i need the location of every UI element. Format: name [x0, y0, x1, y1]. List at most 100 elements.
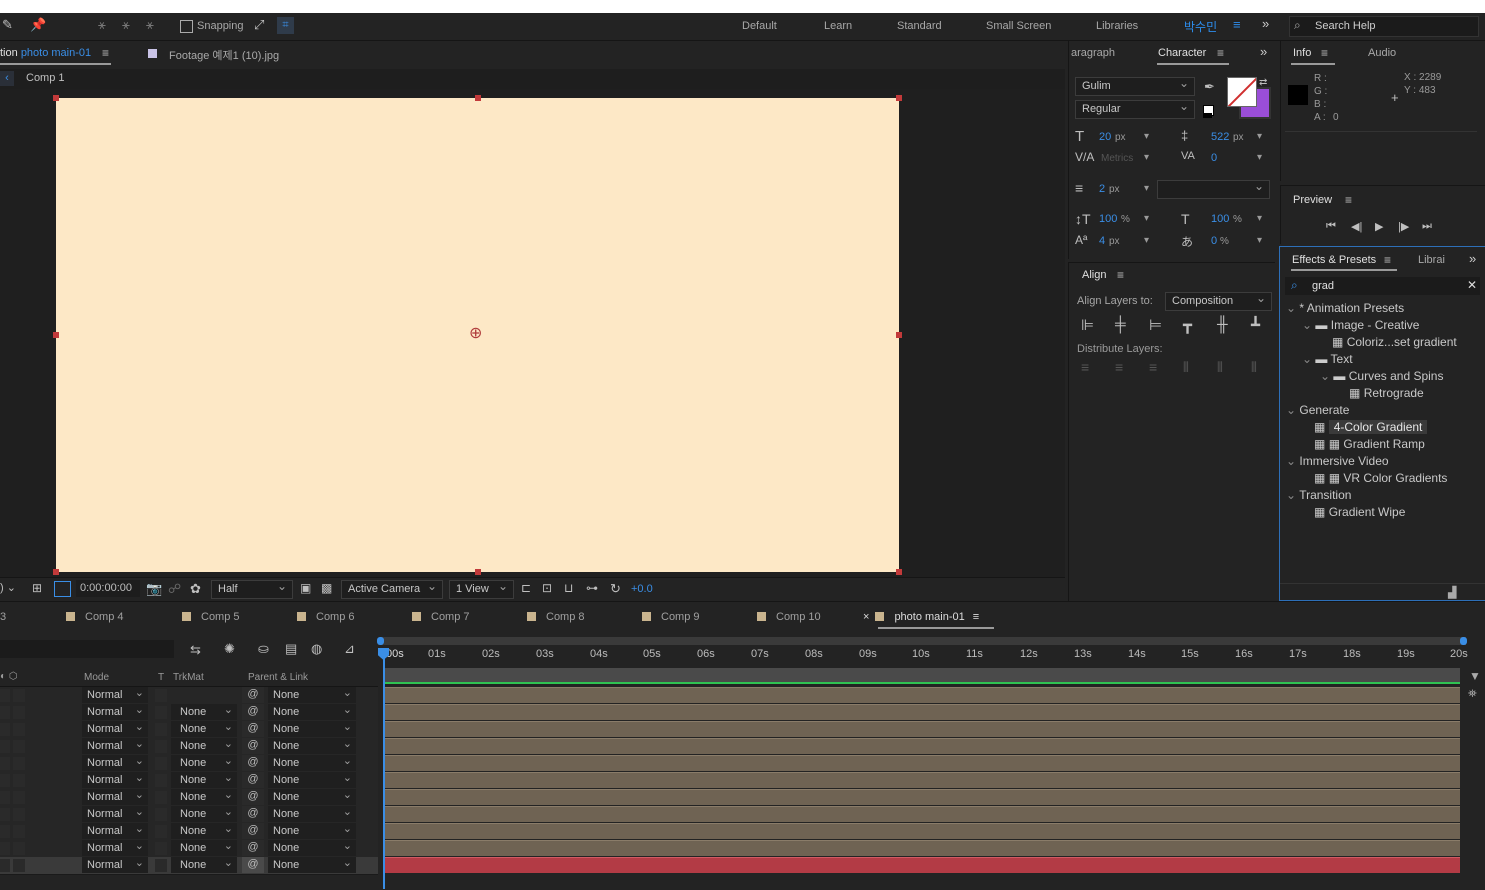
layer-switch-icon[interactable]: [13, 706, 25, 719]
layer-switch-icon[interactable]: [13, 774, 25, 787]
horizontal-scale-value[interactable]: 100: [1211, 213, 1229, 225]
effects-search-box[interactable]: ⌕ grad ✕: [1285, 277, 1480, 295]
work-area-bar[interactable]: [380, 637, 1466, 645]
safe-zones-icon[interactable]: ⊞: [32, 581, 42, 595]
tree-item-retrograde[interactable]: ▦ Retrograde: [1349, 385, 1424, 402]
tab-character[interactable]: Character: [1158, 47, 1206, 59]
pick-whip-icon[interactable]: @: [242, 789, 264, 805]
distribute-top-icon[interactable]: ≡: [1081, 359, 1089, 375]
workspace-menu-icon[interactable]: ≡: [1233, 17, 1241, 32]
pick-whip-icon[interactable]: @: [242, 772, 264, 788]
layer-trkmat-dropdown[interactable]: None ⌄: [171, 738, 237, 754]
tsume-value[interactable]: 0: [1211, 235, 1217, 247]
workspace-default[interactable]: Default: [742, 20, 777, 32]
pin-tool-icon[interactable]: 📌: [30, 17, 46, 33]
work-area-end-handle[interactable]: [1460, 637, 1467, 645]
layer-mode-dropdown[interactable]: Normal ⌄: [82, 772, 148, 788]
preserve-transparency-toggle[interactable]: [155, 808, 167, 821]
transform-handle[interactable]: [53, 95, 59, 101]
layer-parent-dropdown[interactable]: None ⌄: [268, 806, 356, 822]
preview-menu-icon[interactable]: ≡: [1345, 193, 1352, 207]
comp-panel-tab[interactable]: tion photo main-01: [0, 47, 91, 59]
layer-track-bar[interactable]: [384, 840, 1460, 856]
layer-row[interactable]: Normal ⌄ None ⌄ @ None ⌄: [0, 755, 378, 773]
distribute-hcenter-icon[interactable]: ⫴: [1217, 359, 1223, 376]
play-icon[interactable]: ▶: [1375, 220, 1383, 233]
layer-switch-icon[interactable]: [0, 791, 10, 804]
last-frame-icon[interactable]: ⏭: [1422, 220, 1432, 233]
layer-parent-dropdown[interactable]: None ⌄: [268, 823, 356, 839]
tree-item-curves-and-spins[interactable]: ⌄ ▬ Curves and Spins: [1320, 368, 1443, 385]
timeline-icon[interactable]: ⊔: [564, 581, 573, 595]
layer-track-bar[interactable]: [384, 704, 1460, 720]
comp-tab[interactable]: Comp 5: [182, 611, 240, 623]
layer-track-bar[interactable]: [384, 789, 1460, 805]
character-menu-icon[interactable]: ≡: [1217, 46, 1224, 60]
align-right-icon[interactable]: ⊨: [1149, 316, 1162, 334]
preserve-transparency-toggle[interactable]: [155, 740, 167, 753]
layer-track-bar[interactable]: [384, 755, 1460, 771]
effects-menu-icon[interactable]: ≡: [1384, 253, 1391, 267]
layer-parent-dropdown[interactable]: None ⌄: [268, 857, 356, 873]
preserve-transparency-toggle[interactable]: [155, 791, 167, 804]
baseline-shift-value[interactable]: 4: [1099, 235, 1105, 247]
distribute-bottom-icon[interactable]: ≡: [1149, 359, 1157, 375]
tab-libraries[interactable]: Librai: [1418, 254, 1445, 266]
layer-parent-dropdown[interactable]: None ⌄: [268, 789, 356, 805]
layer-trkmat-dropdown[interactable]: None ⌄: [171, 755, 237, 771]
tree-item-immersive-video[interactable]: ⌄ Immersive Video: [1286, 453, 1389, 470]
comp-tab[interactable]: Comp 7: [412, 611, 470, 623]
puppet-tool-icon[interactable]: ⚹: [98, 17, 106, 33]
layer-switch-icon[interactable]: [0, 859, 10, 872]
layer-switch-icon[interactable]: [13, 842, 25, 855]
info-menu-icon[interactable]: ≡: [1321, 46, 1328, 60]
layer-parent-dropdown[interactable]: None ⌄: [268, 704, 356, 720]
pick-whip-icon[interactable]: @: [242, 755, 264, 771]
preserve-transparency-toggle[interactable]: [155, 774, 167, 787]
baseline-shift-dropdown-icon[interactable]: ▾: [1144, 235, 1149, 246]
font-size-dropdown-icon[interactable]: ▾: [1144, 131, 1149, 142]
layer-track-bar[interactable]: [384, 721, 1460, 737]
layer-row[interactable]: Normal ⌄ None ⌄ @ None ⌄: [0, 738, 378, 756]
align-menu-icon[interactable]: ≡: [1117, 268, 1124, 282]
layer-row[interactable]: Normal ⌄ None ⌄ @ None ⌄: [0, 721, 378, 739]
comp-mini-flowchart-icon[interactable]: ⇆: [190, 642, 201, 658]
kerning-dropdown-icon[interactable]: ▾: [1144, 152, 1149, 163]
comp-tab[interactable]: Comp 9: [642, 611, 700, 623]
pick-whip-icon[interactable]: @: [242, 806, 264, 822]
tree-item-generate[interactable]: ⌄ Generate: [1286, 402, 1349, 419]
tree-item-animation-presets[interactable]: ⌄ * Animation Presets: [1286, 300, 1404, 317]
views-dropdown[interactable]: 1 View: [449, 578, 514, 599]
layer-mode-dropdown[interactable]: Normal ⌄: [82, 704, 148, 720]
current-time[interactable]: 0:00:00:00: [76, 580, 140, 597]
layer-switch-icon[interactable]: [0, 757, 10, 770]
layer-mode-dropdown[interactable]: Normal ⌄: [82, 755, 148, 771]
layer-row[interactable]: Normal ⌄ None ⌄ @ None ⌄: [0, 857, 378, 875]
layer-track-bar[interactable]: [384, 857, 1460, 873]
comp-tab[interactable]: Comp 6: [297, 611, 355, 623]
layer-switch-icon[interactable]: [0, 740, 10, 753]
footage-tab[interactable]: Footage 예제1 (10).jpg: [169, 47, 279, 63]
layer-row[interactable]: Normal ⌄ None ⌄ @ None ⌄: [0, 806, 378, 824]
layer-switch-icon[interactable]: [0, 723, 10, 736]
transform-handle[interactable]: [53, 569, 59, 575]
layer-mode-dropdown[interactable]: Normal ⌄: [82, 857, 148, 873]
layer-switch-icon[interactable]: [0, 825, 10, 838]
align-horizontal-center-icon[interactable]: ╪: [1115, 316, 1126, 333]
effects-search-value[interactable]: grad: [1312, 280, 1334, 292]
frame-blending-icon[interactable]: ▤: [285, 641, 297, 657]
comp-tab[interactable]: Comp 4: [66, 611, 124, 623]
next-frame-icon[interactable]: |▶: [1398, 220, 1409, 233]
magnification-dropdown[interactable]: ) ⌄: [0, 581, 16, 594]
comp-panel-menu-icon[interactable]: ≡: [102, 46, 109, 60]
anchor-point-icon[interactable]: ⊕: [469, 326, 482, 342]
workspace-libraries[interactable]: Libraries: [1096, 20, 1138, 32]
eyedropper-icon[interactable]: ✒: [1204, 79, 1215, 95]
swap-colors-icon[interactable]: ⇄: [1259, 77, 1267, 88]
layer-trkmat-dropdown[interactable]: None ⌄: [171, 806, 237, 822]
tab-effects-presets[interactable]: Effects & Presets: [1292, 254, 1376, 266]
align-title[interactable]: Align: [1082, 269, 1106, 281]
draft-3d-icon[interactable]: ✺: [224, 641, 235, 657]
pick-whip-icon[interactable]: @: [242, 704, 264, 720]
layer-parent-dropdown[interactable]: None ⌄: [268, 755, 356, 771]
